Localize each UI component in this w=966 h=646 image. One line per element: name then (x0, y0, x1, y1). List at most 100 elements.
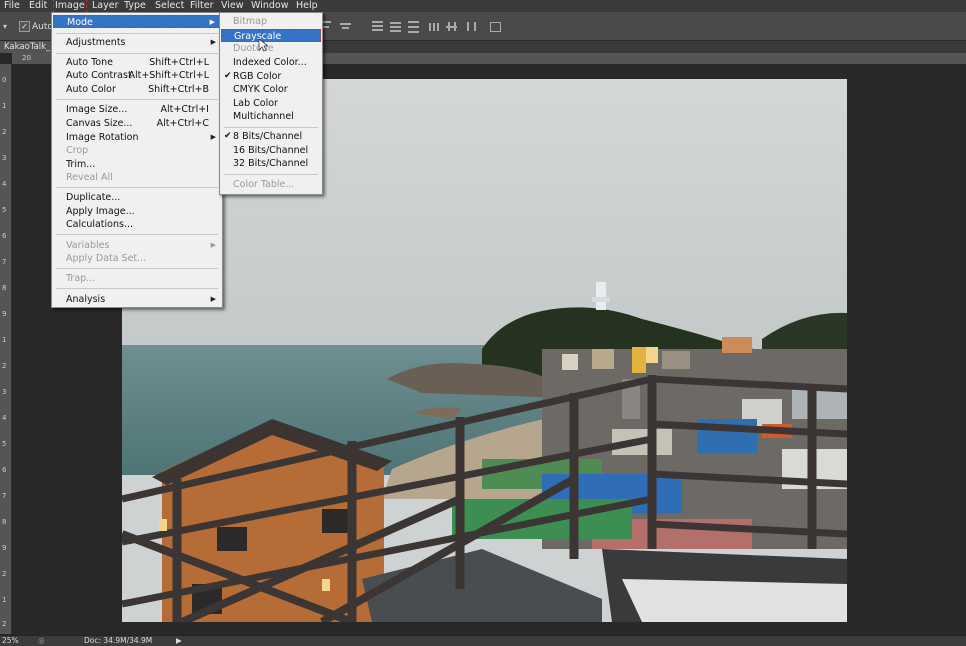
ruler-label: 2 (2, 362, 7, 370)
mode-item-indexed-color[interactable]: Indexed Color... (221, 56, 321, 69)
menu-item-shortcut: Alt+Shift+Ctrl+L (128, 70, 209, 81)
menu-item-apply-data-set[interactable]: Apply Data Set... (53, 252, 221, 265)
menu-item-adjustments[interactable]: Adjustments ▶ (53, 36, 221, 49)
menu-file[interactable]: File (4, 0, 20, 12)
mode-item-16-bits[interactable]: 16 Bits/Channel (221, 144, 321, 157)
menu-item-label: Multichannel (233, 111, 294, 122)
menu-item-auto-tone[interactable]: Auto Tone Shift+Ctrl+L (53, 56, 221, 69)
menu-edit[interactable]: Edit (29, 0, 47, 12)
ruler-label: 5 (2, 206, 7, 214)
menu-layer[interactable]: Layer (92, 0, 119, 12)
menu-item-canvas-size[interactable]: Canvas Size... Alt+Ctrl+C (53, 117, 221, 130)
menu-item-label: Image Size... (66, 104, 128, 115)
menu-item-label: Apply Image... (66, 206, 135, 217)
submenu-arrow-icon: ▶ (210, 241, 216, 249)
menu-item-crop[interactable]: Crop (53, 144, 221, 157)
ruler-label: 1 (2, 336, 7, 344)
align-vcenter-icon[interactable] (340, 19, 351, 33)
menu-item-label: CMYK Color (233, 84, 288, 95)
auto-select-label: Auto (32, 22, 53, 32)
distribute-top-icon[interactable] (372, 19, 383, 33)
menu-item-label: Bitmap (233, 16, 267, 27)
menu-window[interactable]: Window (251, 0, 288, 12)
mode-item-rgb-color[interactable]: ✔ RGB Color (221, 70, 321, 83)
menu-item-label: Reveal All (66, 172, 113, 183)
menu-type[interactable]: Type (124, 0, 146, 12)
ruler-label: 7 (2, 492, 7, 500)
menu-item-variables[interactable]: Variables ▶ (53, 239, 221, 252)
ruler-label: 3 (2, 154, 7, 162)
menu-item-image-rotation[interactable]: Image Rotation ▶ (53, 131, 221, 144)
mode-item-32-bits[interactable]: 32 Bits/Channel (221, 157, 321, 170)
menu-separator (56, 99, 218, 100)
menu-item-auto-contrast[interactable]: Auto Contrast Alt+Shift+Ctrl+L (53, 69, 221, 82)
menu-item-label: Color Table... (233, 179, 295, 190)
distribute-hcenter-icon[interactable] (446, 19, 457, 33)
menu-item-image-size[interactable]: Image Size... Alt+Ctrl+I (53, 103, 221, 116)
menu-separator (56, 234, 218, 235)
menu-item-shortcut: Alt+Ctrl+C (156, 118, 209, 129)
checkmark-icon: ✔ (224, 71, 232, 81)
mode-item-multichannel[interactable]: Multichannel (221, 110, 321, 123)
menu-separator (56, 53, 218, 54)
vertical-ruler: 0 1 2 3 4 5 6 7 8 9 1 2 3 4 5 6 7 8 9 2 … (0, 64, 12, 634)
ruler-label: 2 (2, 128, 7, 136)
ruler-label: 7 (2, 258, 7, 266)
menu-item-trim[interactable]: Trim... (53, 158, 221, 171)
menu-item-shortcut: Shift+Ctrl+L (149, 57, 209, 68)
submenu-arrow-icon: ▶ (210, 38, 216, 46)
menu-separator (56, 187, 218, 188)
image-menu: Mode ▶ Adjustments ▶ Auto Tone Shift+Ctr… (51, 12, 223, 308)
menu-item-duplicate[interactable]: Duplicate... (53, 191, 221, 204)
ruler-label: 4 (2, 414, 7, 422)
menu-filter[interactable]: Filter (190, 0, 214, 12)
menu-item-apply-image[interactable]: Apply Image... (53, 205, 221, 218)
ruler-label: 8 (2, 518, 7, 526)
menu-item-trap[interactable]: Trap... (53, 272, 221, 285)
ruler-label: 6 (2, 232, 7, 240)
mode-item-lab-color[interactable]: Lab Color (221, 97, 321, 110)
menu-item-label: Duplicate... (66, 192, 121, 203)
mode-item-duotone[interactable]: Duotone (221, 42, 321, 55)
tool-preset-dropdown-icon[interactable]: ▾ (3, 22, 7, 31)
ruler-label: 0 (2, 76, 7, 84)
ruler-label: 9 (2, 310, 7, 318)
menu-separator (224, 127, 318, 128)
mouse-cursor-icon (258, 38, 268, 52)
distribute-left-icon[interactable] (428, 19, 439, 33)
ruler-label: 20 (22, 54, 31, 62)
distribute-right-icon[interactable] (466, 19, 477, 33)
menu-item-reveal-all[interactable]: Reveal All (53, 171, 221, 184)
menu-item-label: Auto Tone (66, 57, 113, 68)
menu-item-analysis[interactable]: Analysis ▶ (53, 293, 221, 306)
mode-item-cmyk-color[interactable]: CMYK Color (221, 83, 321, 96)
document-tab[interactable]: KakaoTalk_2 (0, 41, 56, 53)
mode-item-grayscale[interactable]: Grayscale (221, 29, 321, 42)
menu-help[interactable]: Help (296, 0, 318, 12)
menu-item-label: Adjustments (66, 37, 126, 48)
ruler-label: 9 (2, 544, 7, 552)
mode-item-8-bits[interactable]: ✔ 8 Bits/Channel (221, 130, 321, 143)
menu-item-label: Auto Contrast (66, 70, 132, 81)
menu-bar: File Edit Image Layer Type Select Filter… (0, 0, 966, 13)
ruler-label: 3 (2, 388, 7, 396)
menu-item-label: Canvas Size... (66, 118, 133, 129)
mode-item-color-table[interactable]: Color Table... (221, 178, 321, 191)
menu-item-mode[interactable]: Mode ▶ (53, 15, 221, 28)
menu-select[interactable]: Select (155, 0, 184, 12)
menu-item-calculations[interactable]: Calculations... (53, 218, 221, 231)
distribute-vcenter-icon[interactable] (390, 19, 401, 33)
menu-view[interactable]: View (221, 0, 244, 12)
auto-select-checkbox[interactable]: ✓ (19, 21, 30, 32)
menu-item-label: Indexed Color... (233, 57, 307, 68)
ruler-label: 2 (2, 620, 7, 628)
ruler-label: 4 (2, 180, 7, 188)
distribute-bottom-icon[interactable] (408, 19, 419, 33)
menu-item-label: Apply Data Set... (66, 253, 147, 264)
mode-item-bitmap[interactable]: Bitmap (221, 15, 321, 28)
submenu-arrow-icon: ▶ (210, 295, 216, 303)
auto-align-layers-icon[interactable] (490, 19, 501, 33)
menu-item-label: Crop (66, 145, 89, 156)
menu-item-auto-color[interactable]: Auto Color Shift+Ctrl+B (53, 83, 221, 96)
checkmark-icon: ✔ (224, 131, 232, 141)
